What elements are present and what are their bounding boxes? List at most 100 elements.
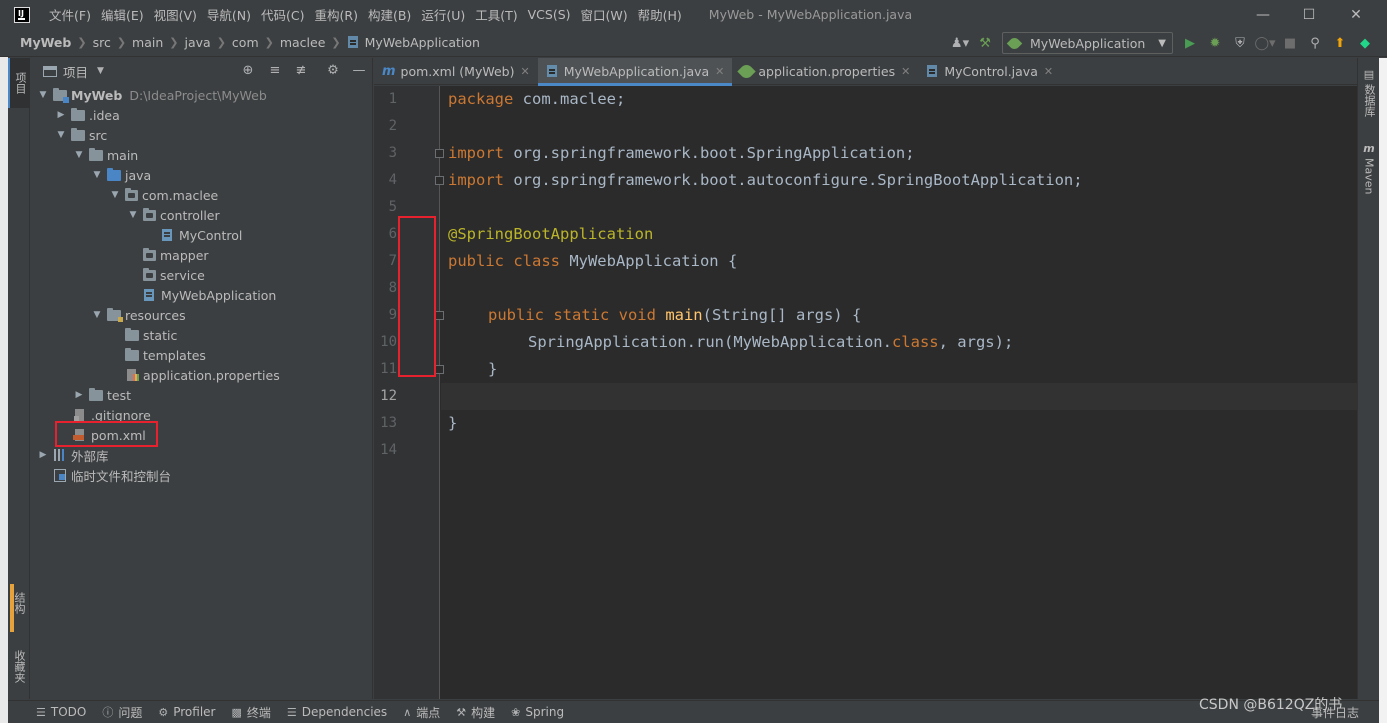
profiler-tool-button[interactable]: ⚙ Profiler (158, 705, 215, 719)
update-icon[interactable]: ⬆ (1332, 35, 1348, 51)
tree-item-main[interactable]: ▼ main (73, 145, 138, 165)
project-view-icon (43, 65, 57, 77)
tree-item-src[interactable]: ▼ src (55, 125, 107, 145)
chevron-down-icon: ▼ (75, 150, 83, 160)
menu-window[interactable]: 窗口(W) (576, 5, 633, 24)
tree-item-root[interactable]: ▼ MyWeb D:\IdeaProject\MyWeb (37, 85, 267, 105)
project-panel-title[interactable]: 项目 (63, 62, 88, 81)
breadcrumb-class[interactable]: MyWebApplication (365, 35, 480, 50)
expand-all-icon[interactable]: ≡ (267, 63, 283, 78)
folder-icon (89, 147, 103, 161)
editor-gutter[interactable]: 1 2 3 4 5 6 7 8 9 10 11 12 13 14 (374, 86, 444, 699)
breadcrumb-com[interactable]: com (232, 35, 259, 50)
line-number: 13 (380, 415, 397, 431)
tree-item-label: src (89, 127, 108, 143)
close-icon[interactable]: ✕ (1333, 0, 1379, 29)
project-tool-button[interactable]: 项目 (8, 58, 30, 108)
profiler-icon[interactable]: ◯▾ (1254, 35, 1275, 51)
breadcrumb-maclee[interactable]: maclee (280, 35, 326, 50)
tree-item-label: java (125, 167, 152, 183)
tree-item-scratches[interactable]: 临时文件和控制台 (49, 465, 171, 485)
database-tool-button[interactable]: ▤ 数据库 (1358, 62, 1380, 122)
tree-item-label: .gitignore (91, 407, 151, 423)
maven-tool-button[interactable]: m Maven (1358, 138, 1380, 198)
tree-item-idea[interactable]: ▶ .idea (55, 105, 120, 125)
tree-item-resources[interactable]: ▼ resources (91, 305, 186, 325)
tree-item-test[interactable]: ▶ test (73, 385, 131, 405)
tree-item-mapper[interactable]: mapper (139, 245, 209, 265)
breadcrumb-main[interactable]: main (132, 35, 163, 50)
locate-icon[interactable]: ⊕ (240, 63, 256, 78)
tree-item-package-maclee[interactable]: ▼ com.maclee (109, 185, 218, 205)
jetbrains-toolbox-icon[interactable]: ◆ (1357, 35, 1373, 51)
coverage-icon[interactable]: ⛨ (1232, 35, 1248, 51)
tree-item-application-properties[interactable]: application.properties (121, 365, 280, 385)
fold-marker-icon[interactable] (435, 176, 444, 185)
build-tool-button[interactable]: ⚒ 构建 (456, 704, 495, 721)
close-icon[interactable]: ✕ (1044, 65, 1053, 78)
collapse-all-icon[interactable]: ≢ (293, 63, 309, 78)
menu-file[interactable]: 文件(F) (44, 5, 96, 24)
run-icon[interactable]: ▶ (1182, 35, 1198, 51)
breadcrumb-project[interactable]: MyWeb (20, 35, 71, 50)
tree-item-mycontrol[interactable]: MyControl (157, 225, 242, 245)
problems-tool-button[interactable]: ⓘ 问题 (102, 704, 142, 721)
tree-item-mywebapplication[interactable]: MyWebApplication (139, 285, 276, 305)
editor-tabs: m pom.xml (MyWeb) ✕ MyWebApplication.jav… (374, 58, 1357, 86)
tree-item-static[interactable]: static (121, 325, 177, 345)
chevron-down-icon[interactable]: ▼ (97, 66, 104, 76)
tree-item-service[interactable]: service (139, 265, 205, 285)
gear-icon[interactable]: ⚙ (325, 63, 341, 78)
menu-tools[interactable]: 工具(T) (470, 5, 522, 24)
tree-item-java[interactable]: ▼ java (91, 165, 151, 185)
run-config-select[interactable]: MyWebApplication ▼ (1002, 32, 1173, 54)
breadcrumb-src[interactable]: src (93, 35, 111, 50)
menu-code[interactable]: 代码(C) (256, 5, 309, 24)
build-hammer-icon[interactable]: ⚒ (977, 35, 993, 51)
tree-item-templates[interactable]: templates (121, 345, 206, 365)
menu-refactor[interactable]: 重构(R) (310, 5, 363, 24)
endpoints-tool-button[interactable]: ∧ 端点 (403, 704, 440, 721)
code-editor[interactable]: 1 2 3 4 5 6 7 8 9 10 11 12 13 14 package… (374, 86, 1357, 699)
tree-item-pom-xml[interactable]: pom.xml (69, 425, 146, 445)
root-path: D:\IdeaProject\MyWeb (129, 87, 267, 103)
favorites-tool-button[interactable]: 收藏夹 (8, 636, 30, 696)
menu-run[interactable]: 运行(U) (416, 5, 470, 24)
menu-vcs[interactable]: VCS(S) (523, 7, 576, 22)
structure-tool-button[interactable]: 结构 (8, 578, 30, 628)
menu-edit[interactable]: 编辑(E) (96, 5, 149, 24)
todo-tool-button[interactable]: ☰ TODO (36, 705, 86, 719)
tab-pom-xml[interactable]: m pom.xml (MyWeb) ✕ (374, 58, 538, 85)
spring-tool-button[interactable]: ❀ Spring (511, 705, 564, 719)
menu-build[interactable]: 构建(B) (363, 5, 416, 24)
tree-item-external-libraries[interactable]: ▶ 外部库 (37, 445, 109, 465)
search-icon[interactable]: ⚲ (1307, 35, 1323, 51)
tree-item-controller[interactable]: ▼ controller (127, 205, 220, 225)
fold-marker-icon[interactable] (435, 365, 444, 374)
breadcrumb-java[interactable]: java (185, 35, 211, 50)
dependencies-tool-button[interactable]: ☰ Dependencies (287, 705, 387, 719)
menu-navigate[interactable]: 导航(N) (202, 5, 256, 24)
fold-marker-icon[interactable] (435, 149, 444, 158)
user-icon[interactable]: ♟▾ (951, 35, 969, 51)
intellij-logo-icon[interactable]: IJ (14, 6, 30, 23)
close-icon[interactable]: ✕ (901, 65, 910, 78)
menu-help[interactable]: 帮助(H) (633, 5, 687, 24)
menu-view[interactable]: 视图(V) (149, 5, 202, 24)
hide-icon[interactable]: — (351, 63, 367, 78)
maximize-icon[interactable]: ☐ (1286, 0, 1332, 29)
tree-item-gitignore[interactable]: .gitignore (69, 405, 151, 425)
folder-icon (71, 127, 85, 141)
tab-mywebapplication[interactable]: MyWebApplication.java ✕ (537, 58, 733, 86)
spring-boot-class-icon (143, 288, 157, 302)
tab-application-properties[interactable]: application.properties ✕ (732, 58, 918, 85)
debug-icon[interactable]: ✹ (1207, 35, 1223, 51)
close-icon[interactable]: ✕ (521, 65, 530, 78)
tab-mycontrol[interactable]: MyControl.java ✕ (918, 58, 1061, 85)
chevron-right-icon: ▶ (39, 450, 47, 460)
stop-icon[interactable]: ■ (1282, 35, 1298, 51)
close-icon[interactable]: ✕ (715, 65, 724, 78)
terminal-tool-button[interactable]: ▩ 终端 (231, 704, 270, 721)
fold-marker-icon[interactable] (435, 311, 444, 320)
minimize-icon[interactable]: — (1240, 0, 1286, 29)
